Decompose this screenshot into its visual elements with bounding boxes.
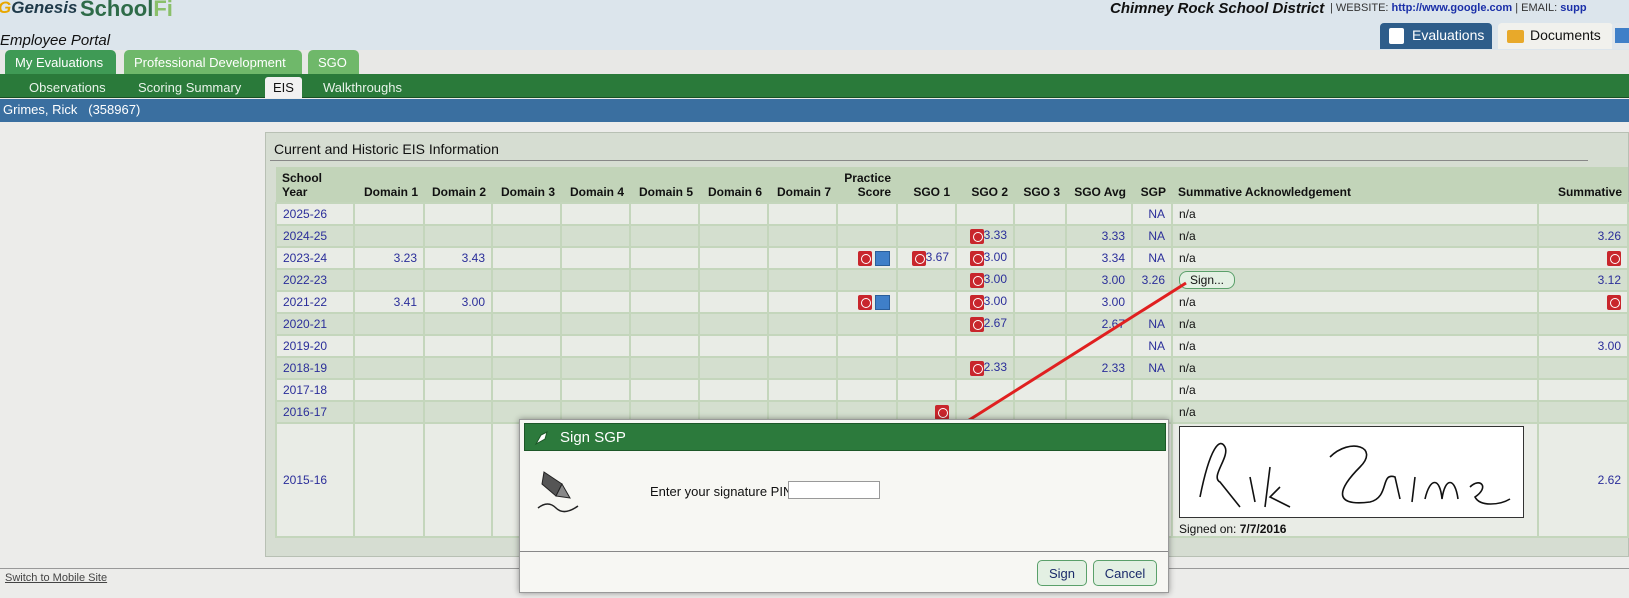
- fountain-pen-icon: [537, 471, 579, 513]
- dialog-header: Sign SGP: [524, 423, 1166, 451]
- sign-button[interactable]: Sign: [1037, 560, 1087, 586]
- divider: [520, 551, 1168, 552]
- page: GGenesis SchoolFi Employee Portal Chimne…: [0, 0, 1629, 598]
- signature-pin-input[interactable]: [788, 481, 880, 499]
- cancel-button[interactable]: Cancel: [1093, 560, 1157, 586]
- dialog-title: Sign SGP: [560, 429, 626, 446]
- pin-label: Enter your signature PIN:: [650, 484, 796, 499]
- pen-icon: [534, 431, 548, 446]
- sign-sgp-dialog: Sign SGP Enter your signature PIN: Sign …: [519, 419, 1169, 593]
